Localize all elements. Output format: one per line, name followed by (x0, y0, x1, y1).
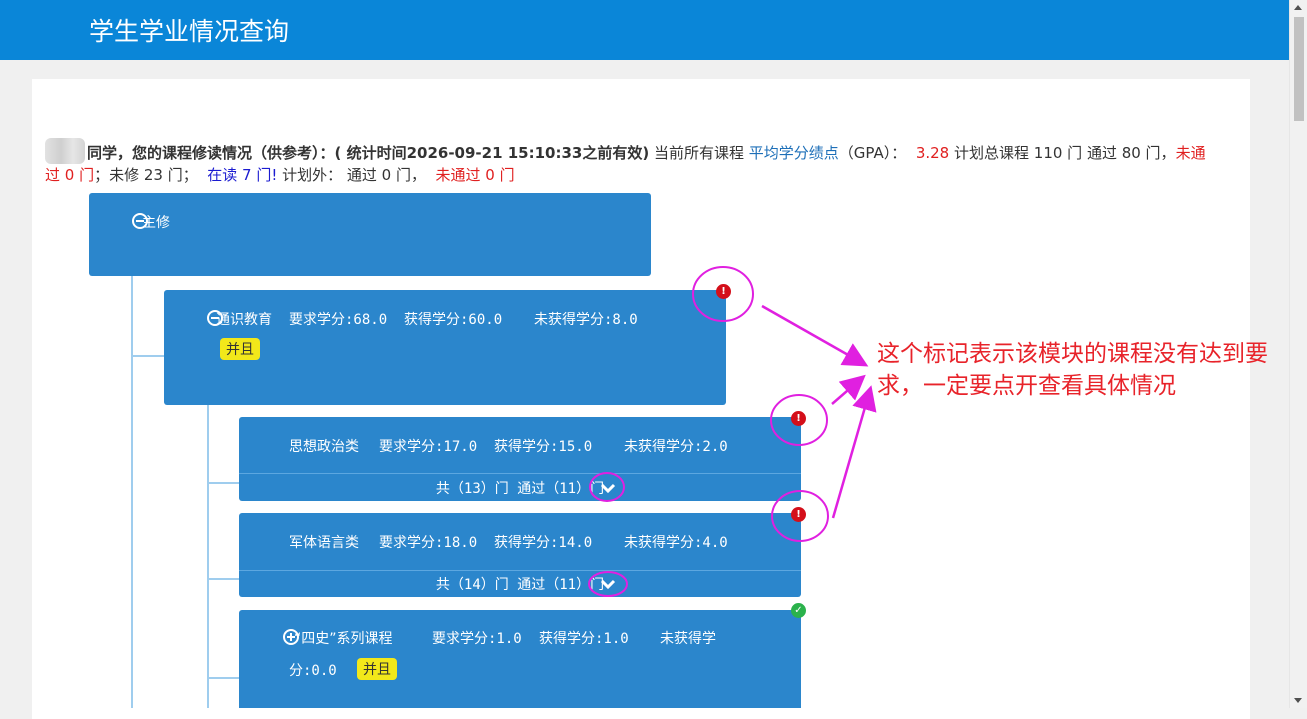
scroll-down-arrow-icon[interactable] (1294, 698, 1302, 703)
missing-credits-cont: 分:0.0 (289, 663, 337, 679)
and-condition-tag: 并且 (357, 658, 397, 680)
gpa-paren: （GPA）： (838, 144, 907, 162)
vertical-scrollbar[interactable] (1289, 0, 1307, 708)
tree-connector (207, 677, 239, 679)
error-icon[interactable]: ! (791, 411, 806, 426)
outside-plan-failed: 未通过 0 门 (435, 166, 515, 184)
course-count-text: 共（14）门 通过（11）门 (435, 577, 605, 593)
chevron-down-icon[interactable] (600, 578, 616, 590)
tree-node-four-histories[interactable]: “四史”系列课程 要求学分:1.0 获得学分:1.0 未获得学 分:0.0 并且 (239, 610, 801, 708)
annotation-note: 这个标记表示该模块的课程没有达到要 求，一定要点开查看具体情况 (877, 338, 1287, 402)
scroll-up-arrow-icon[interactable] (1294, 5, 1302, 10)
current-courses-label: 当前所有课程 (649, 144, 749, 162)
annotation-line-2: 求，一定要点开查看具体情况 (877, 373, 1176, 399)
missing-credits: 未获得学分:2.0 (624, 439, 728, 455)
gpa-link[interactable]: 平均学分绩点 (749, 144, 839, 162)
node-label: 思想政治类 (289, 439, 359, 455)
earned-credits: 获得学分:60.0 (404, 312, 503, 328)
plan-total: 计划总课程 110 门 通过 80 门， (949, 144, 1176, 162)
required-credits: 要求学分:1.0 (432, 631, 522, 647)
tree-connector (207, 578, 239, 580)
and-condition-tag: 并且 (220, 338, 260, 360)
error-icon[interactable]: ! (791, 507, 806, 522)
node-label: 军体语言类 (289, 535, 359, 551)
course-count-text: 共（13）门 通过（11）门 (435, 481, 605, 497)
tree-node-politics[interactable]: 思想政治类 要求学分:17.0 获得学分:15.0 未获得学分:2.0 共（13… (239, 417, 801, 501)
annotation-line-1: 这个标记表示该模块的课程没有达到要 (877, 341, 1268, 367)
top-header-bar: 学生学业情况查询 (0, 0, 1290, 60)
tree-node-general-education[interactable]: 通识教育 要求学分:68.0 获得学分:60.0 未获得学分:8.0 并且 (164, 290, 726, 405)
node-label: “四史”系列课程 (294, 631, 393, 647)
outside-plan-label: 计划外： 通过 0 门， (277, 166, 426, 184)
tree-connector (207, 405, 209, 708)
chevron-down-icon[interactable] (600, 482, 616, 494)
error-icon[interactable]: ! (716, 284, 731, 299)
scrollbar-thumb[interactable] (1294, 17, 1304, 121)
tree-connector (131, 355, 164, 357)
missing-credits: 未获得学分:4.0 (624, 535, 728, 551)
plan-in-progress: 在读 7 门! (207, 166, 278, 184)
tree-connector (207, 482, 239, 484)
divider (239, 473, 801, 474)
node-label: 通识教育 (216, 312, 272, 328)
gpa-value: 3.28 (915, 144, 950, 162)
earned-credits: 获得学分:15.0 (494, 439, 593, 455)
check-icon[interactable]: ✓ (791, 603, 806, 618)
tree-node-major[interactable]: 主修 (89, 193, 651, 276)
node-label: 主修 (142, 215, 170, 231)
tree-connector (131, 276, 133, 708)
missing-credits: 未获得学 (660, 631, 716, 647)
blurred-student-name (45, 138, 85, 164)
summary-intro: 同学，您的课程修读情况（供参考）：( 统计时间2026-09-21 15:10:… (87, 144, 650, 162)
page-title: 学生学业情况查询 (89, 17, 290, 46)
divider (239, 570, 801, 571)
missing-credits: 未获得学分:8.0 (534, 312, 638, 328)
plan-unstudied: ；未修 23 门； (94, 166, 198, 184)
course-count-footer[interactable]: 共（14）门 通过（11）门 (239, 574, 801, 594)
required-credits: 要求学分:18.0 (379, 535, 478, 551)
earned-credits: 获得学分:14.0 (494, 535, 593, 551)
required-credits: 要求学分:68.0 (289, 312, 388, 328)
required-credits: 要求学分:17.0 (379, 439, 478, 455)
tree-node-military-language[interactable]: 军体语言类 要求学分:18.0 获得学分:14.0 未获得学分:4.0 共（14… (239, 513, 801, 597)
earned-credits: 获得学分:1.0 (539, 631, 629, 647)
study-summary: 同学，您的课程修读情况（供参考）：( 统计时间2026-09-21 15:10:… (45, 138, 1215, 186)
course-count-footer[interactable]: 共（13）门 通过（11）门 (239, 478, 801, 498)
